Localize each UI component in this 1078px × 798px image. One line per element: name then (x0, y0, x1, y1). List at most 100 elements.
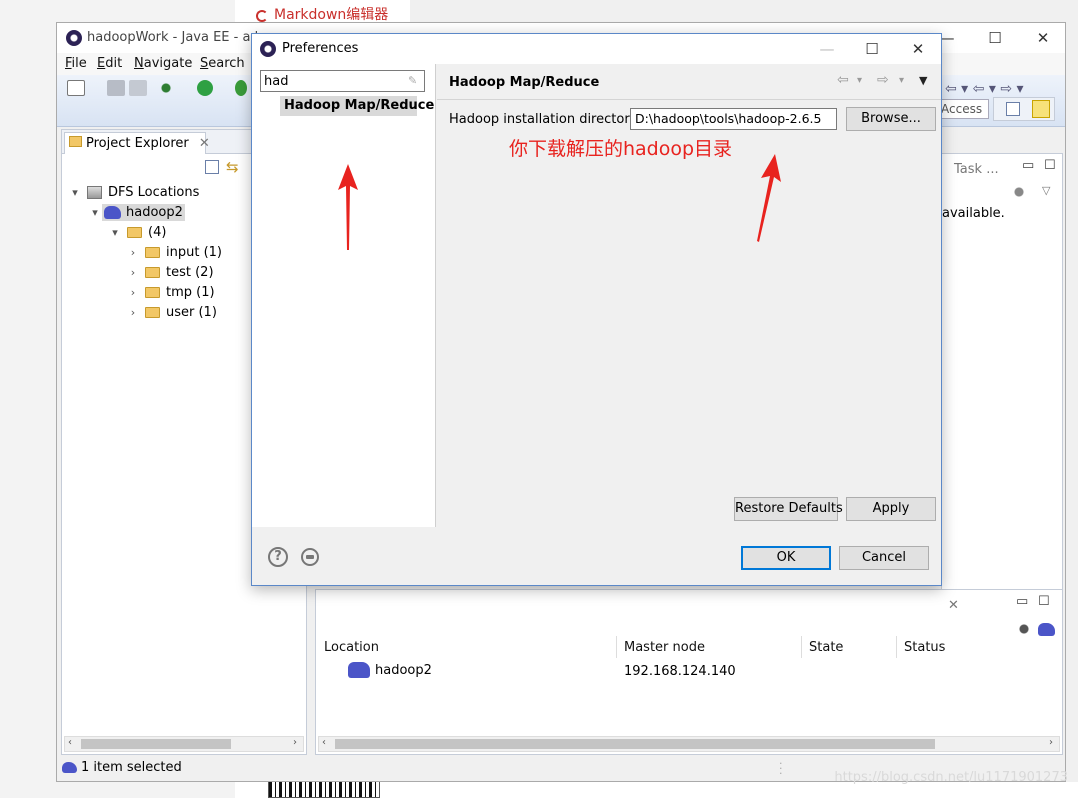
close-tab-icon[interactable]: ✕ (199, 136, 210, 151)
back-dropdown-icon[interactable]: ▾ (857, 75, 862, 86)
view-menu-icon[interactable]: ▼ (919, 74, 927, 87)
folder-open-icon (127, 226, 142, 238)
clear-filter-icon[interactable]: ✎ (408, 74, 420, 87)
close-view-icon[interactable]: ✕ (948, 598, 959, 613)
folder-icon (145, 246, 160, 258)
project-explorer-tab[interactable]: Project Explorer ✕ (64, 132, 210, 154)
project-explorer-label: Project Explorer (86, 136, 189, 151)
status-elephant-icon (62, 762, 77, 773)
location-cell: hadoop2 (375, 662, 432, 678)
quick-access-input[interactable]: Access (937, 99, 989, 119)
master-node-cell: 192.168.124.140 (624, 664, 736, 679)
column-header-status[interactable]: Status (904, 640, 945, 655)
restore-defaults-button[interactable]: Restore Defaults (734, 497, 843, 521)
maximize-icon[interactable]: ☐ (862, 40, 882, 58)
project-explorer-icon (69, 136, 82, 147)
perspective-switcher[interactable] (993, 97, 1055, 121)
collapsed-chevron-icon[interactable]: › (126, 286, 140, 299)
back-arrow-icon[interactable]: ⇦ (837, 72, 849, 88)
expanded-chevron-icon[interactable]: ▾ (88, 206, 102, 219)
collapse-all-icon[interactable] (205, 160, 219, 174)
save-all-icon[interactable] (129, 80, 147, 96)
tree-item-label: DFS Locations (108, 184, 200, 200)
elephant-icon (348, 662, 370, 678)
folder-icon (145, 306, 160, 318)
close-icon[interactable]: ✕ (908, 40, 928, 58)
import-export-icon[interactable] (301, 548, 319, 566)
scroll-right-icon[interactable]: › (1049, 737, 1053, 748)
watermark-text: https://blog.csdn.net/lu1171901273 (834, 770, 1068, 785)
menu-file[interactable]: File (65, 56, 87, 71)
run-ext-icon[interactable] (235, 80, 247, 96)
eclipse-app-icon (66, 30, 82, 46)
preferences-dialog: Preferences — ☐ ✕ ✎ Hadoop Map/Reduce Ha… (251, 33, 942, 586)
link-editor-icon[interactable]: ⇆ (226, 158, 239, 176)
dfs-icon (87, 185, 102, 199)
collapsed-chevron-icon[interactable]: › (126, 246, 140, 259)
minimize-icon: — (819, 40, 835, 58)
tree-item-label: tmp (1) (166, 284, 215, 300)
annotation-note: 你下载解压的hadoop目录 (509, 138, 733, 160)
scroll-right-icon[interactable]: › (293, 737, 297, 748)
red-arrow-diagonal-icon (757, 154, 781, 242)
collapsed-chevron-icon[interactable]: › (126, 306, 140, 319)
javaee-perspective-icon[interactable] (1032, 100, 1050, 118)
folder-icon (145, 266, 160, 278)
scroll-left-icon[interactable]: ‹ (68, 737, 72, 748)
run-icon[interactable] (197, 80, 213, 96)
menu-search[interactable]: Search (200, 56, 245, 71)
column-header-master-node[interactable]: Master node (624, 640, 705, 655)
task-gears-icon[interactable] (1012, 186, 1026, 198)
tree-item-label: user (1) (166, 304, 217, 320)
column-divider (896, 636, 897, 658)
maximize-view-icon[interactable]: ☐ (1038, 594, 1050, 609)
page-header: Hadoop Map/Reduce ⇦ ▾ ⇨ ▾ ▼ (437, 64, 941, 100)
mapreduce-gears-icon[interactable] (1016, 622, 1032, 636)
save-icon[interactable] (107, 80, 125, 96)
close-icon[interactable]: ✕ (1033, 29, 1053, 47)
preferences-tree-panel: ✎ Hadoop Map/Reduce (252, 64, 436, 527)
minimize-view-icon[interactable]: ▭ (1022, 158, 1034, 173)
tree-item-hadoop-mapreduce[interactable]: Hadoop Map/Reduce (280, 96, 434, 116)
locations-hscroll[interactable]: ‹ › (318, 736, 1060, 752)
menu-edit[interactable]: Edit (97, 56, 122, 71)
scroll-left-icon[interactable]: ‹ (322, 737, 326, 748)
filter-input[interactable] (260, 70, 425, 92)
view-menu-icon[interactable]: ▽ (1042, 184, 1050, 197)
forward-dropdown-icon[interactable]: ▾ (899, 75, 904, 86)
browse-button[interactable]: Browse... (846, 107, 936, 131)
apply-button[interactable]: Apply (846, 497, 936, 521)
ok-button[interactable]: OK (741, 546, 831, 570)
scroll-thumb[interactable] (81, 739, 231, 749)
markdown-logo-icon (256, 10, 268, 22)
install-dir-input[interactable]: D:\hadoop\tools\hadoop-2.6.5 (630, 108, 837, 130)
scroll-thumb[interactable] (335, 739, 935, 749)
expanded-chevron-icon[interactable]: ▾ (68, 186, 82, 199)
status-separator-icon: · · · (779, 757, 783, 780)
column-header-state[interactable]: State (809, 640, 843, 655)
collapsed-chevron-icon[interactable]: › (126, 266, 140, 279)
minimize-view-icon[interactable]: ▭ (1016, 594, 1028, 609)
red-arrow-up-icon (338, 164, 358, 250)
maximize-view-icon[interactable]: ☐ (1044, 158, 1056, 173)
forward-arrow-icon[interactable]: ⇨ (877, 72, 889, 88)
task-tab-label[interactable]: Task ... (954, 162, 999, 177)
cancel-button[interactable]: Cancel (839, 546, 929, 570)
preferences-titlebar: Preferences — ☐ ✕ (252, 34, 941, 64)
help-icon[interactable]: ? (268, 547, 288, 567)
new-location-elephant-icon[interactable] (1038, 623, 1055, 636)
project-explorer-hscroll[interactable]: ‹ › (64, 736, 304, 752)
new-file-icon[interactable] (67, 80, 85, 96)
tree-item-label: hadoop2 (126, 204, 183, 220)
tree-item-label: input (1) (166, 244, 222, 260)
column-header-location[interactable]: Location (324, 640, 379, 655)
maximize-icon[interactable]: ☐ (985, 29, 1005, 47)
debug-icon[interactable] (157, 80, 175, 96)
menu-navigate[interactable]: Navigate (134, 56, 192, 71)
open-perspective-icon[interactable] (1006, 102, 1020, 116)
column-divider (801, 636, 802, 658)
table-row[interactable]: hadoop2 (348, 662, 432, 678)
nav-arrows-icon[interactable]: ⇦ ▾ ⇦ ▾ ⇨ ▾ (945, 81, 1024, 97)
expanded-chevron-icon[interactable]: ▾ (108, 226, 122, 239)
page-title: Hadoop Map/Reduce (449, 75, 600, 90)
